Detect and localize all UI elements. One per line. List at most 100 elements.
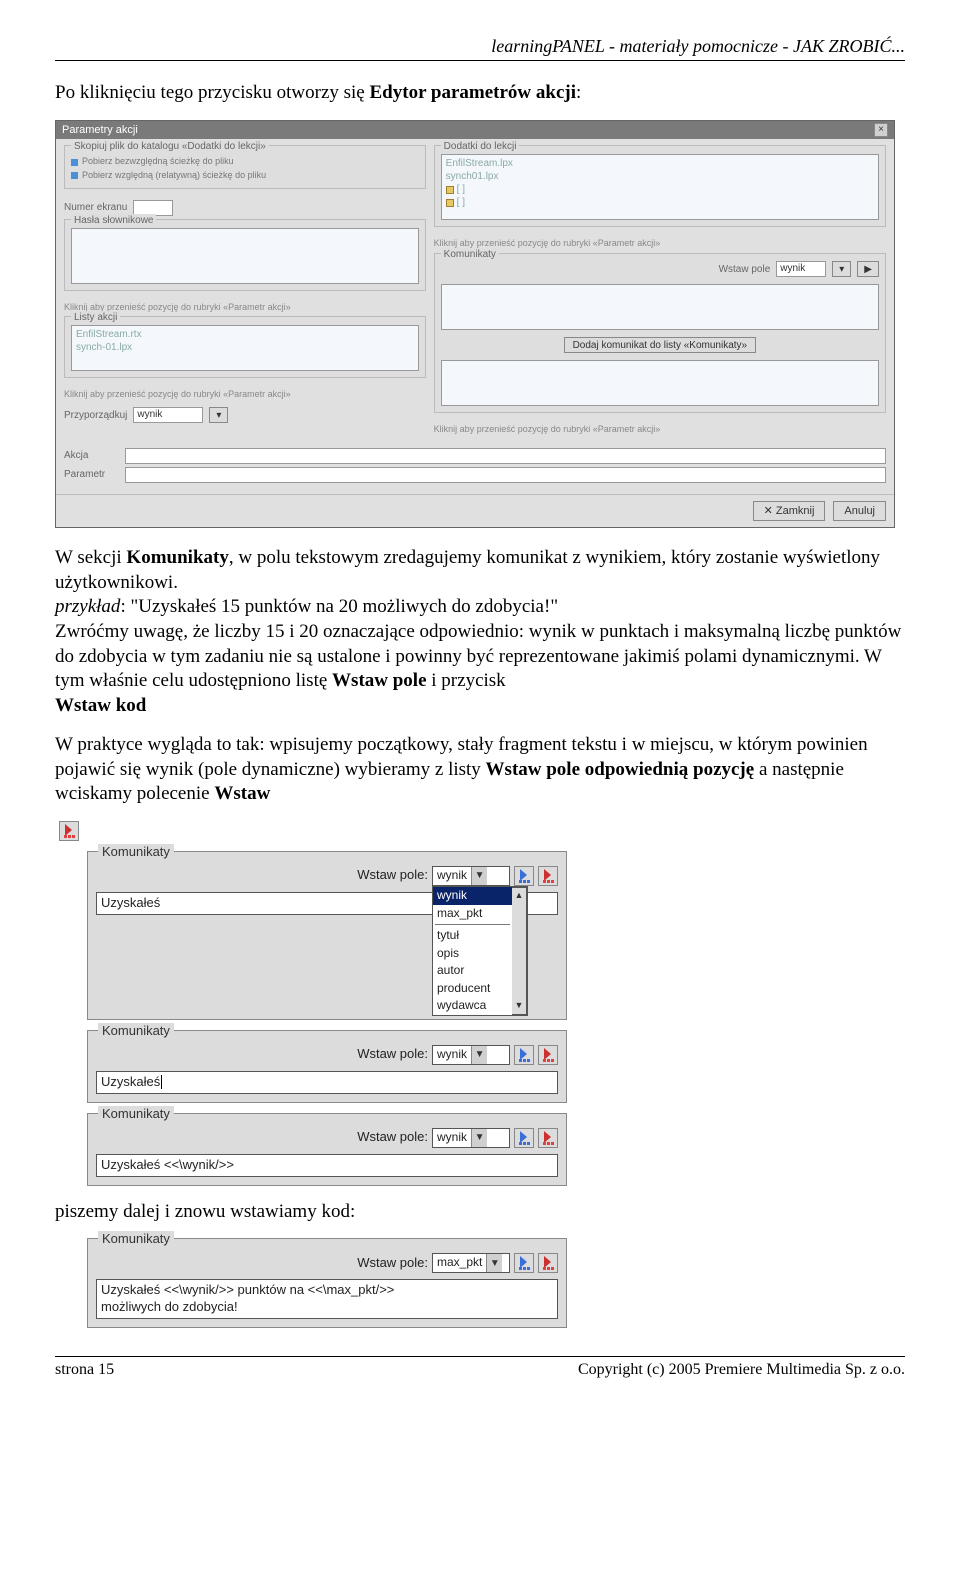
cancel-button[interactable]: Anuluj — [833, 501, 886, 521]
wstaw-label: Wstaw pole — [719, 263, 771, 276]
komunikaty-panel-1: Komunikaty Wstaw pole: wynik ▼ wynik max… — [87, 851, 567, 1020]
dropdown-opt-autor[interactable]: autor — [433, 962, 512, 980]
panel4-select[interactable]: max_pkt ▼ — [432, 1253, 510, 1273]
panel4-textbox[interactable]: Uzyskałeś <<\wynik/>> punktów na <<\max_… — [96, 1279, 558, 1319]
panel3-select[interactable]: wynik ▼ — [432, 1128, 510, 1148]
panel3-textbox[interactable]: Uzyskałeś <<\wynik/>> — [96, 1154, 558, 1177]
insert-red-button[interactable] — [538, 1045, 558, 1065]
dropdown-opt-producent[interactable]: producent — [433, 980, 512, 998]
przyp-dropdown-button[interactable]: ▾ — [209, 407, 228, 423]
panel4-line2: możliwych do zdobycia! — [101, 1299, 553, 1316]
wstaw-select[interactable]: wynik — [776, 261, 826, 277]
hasla-list[interactable] — [71, 228, 419, 284]
panel1-select-value: wynik — [437, 868, 467, 884]
group-komunikaty: Komunikaty Wstaw pole wynik ▾ ▶ Dodaj ko… — [434, 253, 886, 413]
add-message-button[interactable]: Dodaj komunikat do listy «Komunikaty» — [564, 337, 757, 353]
chevron-down-icon[interactable]: ▼ — [471, 1046, 487, 1064]
row-abs-path[interactable]: Pobierz bezwzględną ścieżkę do pliku — [71, 156, 419, 168]
row-przyp: Przyporządkuj wynik ▾ — [64, 404, 426, 426]
insert-code-icon — [59, 821, 79, 841]
p5-d: Wstaw — [214, 783, 270, 804]
wstaw-dropdown-button[interactable]: ▾ — [832, 261, 851, 277]
p4-b: Wstaw pole — [332, 670, 426, 691]
group-listy: Listy akcji EnfilStream.rtx synch-01.lpx — [64, 316, 426, 378]
dodatki-item-4-label: [ ] — [457, 197, 465, 208]
dropdown-opt-maxpkt[interactable]: max_pkt — [433, 905, 512, 923]
group-listy-legend: Listy akcji — [71, 311, 120, 324]
listy-list[interactable]: EnfilStream.rtx synch-01.lpx — [71, 325, 419, 371]
insert-blue-button[interactable] — [514, 1253, 534, 1273]
p1-text-a: Po kliknięciu tego przycisku otworzy się — [55, 82, 370, 103]
dropdown-separator — [435, 924, 510, 925]
panel4-line1: Uzyskałeś <<\wynik/>> punktów na <<\max_… — [101, 1282, 553, 1299]
paragraph-2: W sekcji Komunikaty, w polu tekstowym zr… — [55, 546, 905, 719]
insert-red-button[interactable] — [538, 866, 558, 886]
panel2-label: Wstaw pole: — [357, 1046, 428, 1063]
insert-blue-button[interactable] — [514, 1128, 534, 1148]
parametr-input[interactable] — [125, 467, 886, 483]
group-dodatki-legend: Dodatki do lekcji — [441, 140, 520, 153]
panel4-select-value: max_pkt — [437, 1255, 482, 1271]
page-footer: strona 15 Copyright (c) 2005 Premiere Mu… — [55, 1356, 905, 1381]
paragraph-6: piszemy dalej i znowu wstawiamy kod: — [55, 1200, 905, 1225]
panel4-label: Wstaw pole: — [357, 1255, 428, 1272]
scroll-up-icon[interactable]: ▲ — [515, 890, 524, 902]
komunikaty-list[interactable] — [441, 360, 879, 406]
folder-icon — [446, 186, 454, 194]
dropdown-opt-wydawca[interactable]: wydawca — [433, 997, 512, 1015]
przyp-input[interactable]: wynik — [133, 407, 203, 423]
panel2-legend: Komunikaty — [98, 1023, 174, 1040]
group-dodatki: Dodatki do lekcji EnfilStream.lpx synch0… — [434, 145, 886, 227]
akcja-label: Akcja — [64, 449, 119, 462]
group-komunikaty-legend: Komunikaty — [441, 248, 499, 261]
footer-left: strona 15 — [55, 1360, 114, 1381]
scroll-down-icon[interactable]: ▼ — [515, 1000, 524, 1012]
group-copy-file-legend: Skopiuj plik do katalogu «Dodatki do lek… — [71, 140, 269, 153]
close-button[interactable]: ✕ Zamknij — [753, 501, 826, 521]
komunikat-textarea[interactable] — [441, 284, 879, 330]
komunikaty-panel-2: Komunikaty Wstaw pole: wynik ▼ Uzyskałeś — [87, 1030, 567, 1103]
panel1-text: Uzyskałeś — [101, 895, 160, 910]
insert-red-button[interactable] — [538, 1128, 558, 1148]
close-icon[interactable]: × — [874, 123, 888, 137]
row-rel-path[interactable]: Pobierz względną (relatywną) ścieżkę do … — [71, 170, 419, 182]
panel2-select[interactable]: wynik ▼ — [432, 1045, 510, 1065]
panel2-select-value: wynik — [437, 1047, 467, 1063]
dropdown-opt-tytul[interactable]: tytuł — [433, 927, 512, 945]
panel1-select[interactable]: wynik ▼ wynik max_pkt tytuł opis autor p… — [432, 866, 510, 886]
listy-item-1[interactable]: EnfilStream.rtx — [76, 328, 414, 341]
panel3-select-value: wynik — [437, 1130, 467, 1146]
p2-a: W sekcji — [55, 547, 126, 568]
panel2-text: Uzyskałeś — [101, 1074, 160, 1089]
dropdown-scrollbar[interactable]: ▲▼ — [512, 887, 527, 1015]
akcja-input[interactable] — [125, 448, 886, 464]
p1-bold: Edytor parametrów akcji — [370, 82, 577, 103]
panel1-label: Wstaw pole: — [357, 867, 428, 884]
dodatki-item-1[interactable]: EnfilStream.lpx — [446, 157, 874, 170]
paragraph-5: W praktyce wygląda to tak: wpisujemy poc… — [55, 733, 905, 807]
bullet-icon — [71, 172, 78, 179]
dropdown-opt-opis[interactable]: opis — [433, 945, 512, 963]
group-copy-file: Skopiuj plik do katalogu «Dodatki do lek… — [64, 145, 426, 188]
hint-param-2: Kliknij aby przenieść pozycję do rubryki… — [64, 386, 426, 404]
panel2-textbox[interactable]: Uzyskałeś — [96, 1071, 558, 1094]
insert-blue-button[interactable] — [514, 1045, 534, 1065]
hint-param-4: Kliknij aby przenieść pozycję do rubryki… — [434, 421, 886, 439]
dodatki-item-4[interactable]: [ ] — [446, 196, 874, 209]
insert-button[interactable]: ▶ — [857, 261, 879, 277]
insert-blue-button[interactable] — [514, 866, 534, 886]
p2-b: Komunikaty — [126, 547, 228, 568]
panel1-dropdown[interactable]: wynik max_pkt tytuł opis autor producent… — [433, 887, 512, 1015]
chevron-down-icon[interactable]: ▼ — [471, 867, 487, 885]
p1-text-c: : — [576, 82, 581, 103]
chevron-down-icon[interactable]: ▼ — [486, 1254, 502, 1272]
dodatki-item-2[interactable]: synch01.lpx — [446, 170, 874, 183]
dodatki-item-3[interactable]: [ ] — [446, 183, 874, 196]
insert-red-button[interactable] — [538, 1253, 558, 1273]
dodatki-list[interactable]: EnfilStream.lpx synch01.lpx [ ] [ ] — [441, 154, 879, 220]
p5-b: Wstaw pole odpowiednią pozycję — [486, 759, 755, 780]
dropdown-opt-wynik[interactable]: wynik — [433, 887, 512, 905]
footer-right: Copyright (c) 2005 Premiere Multimedia S… — [578, 1360, 905, 1381]
listy-item-2[interactable]: synch-01.lpx — [76, 341, 414, 354]
chevron-down-icon[interactable]: ▼ — [471, 1129, 487, 1147]
